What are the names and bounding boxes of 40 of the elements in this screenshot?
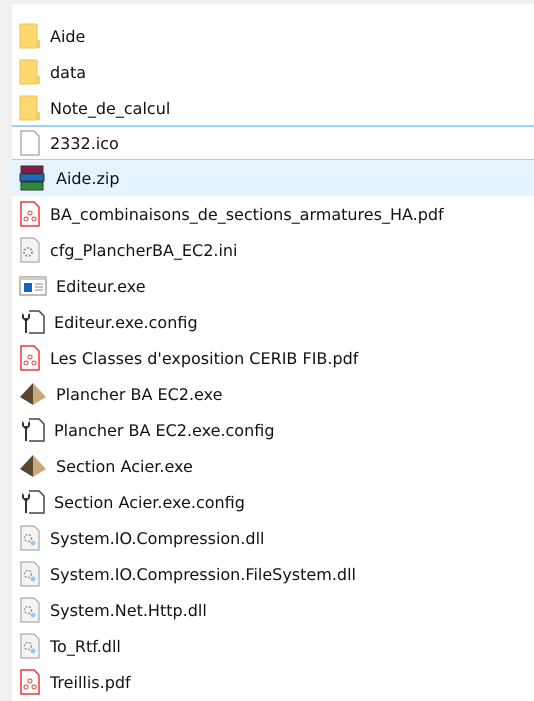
file-row[interactable]: 2332.ico bbox=[12, 125, 534, 161]
file-icon bbox=[19, 130, 41, 156]
file-name: System.IO.Compression.dll bbox=[50, 528, 264, 548]
file-name: Note_de_calcul bbox=[50, 98, 170, 118]
app-window-icon bbox=[19, 275, 47, 297]
file-name: Editeur.exe bbox=[56, 276, 146, 296]
file-row[interactable]: Aide.zip bbox=[12, 160, 534, 196]
pyramid-icon bbox=[19, 382, 47, 406]
file-name: Plancher BA EC2.exe bbox=[56, 384, 222, 404]
file-name: data bbox=[50, 62, 86, 82]
file-name: Section Acier.exe bbox=[56, 456, 193, 476]
file-name: System.IO.Compression.FileSystem.dll bbox=[50, 564, 356, 584]
pdf-icon bbox=[19, 669, 41, 695]
dll-file-icon bbox=[19, 597, 41, 623]
file-name: cfg_PlancherBA_EC2.ini bbox=[50, 240, 238, 260]
file-name: Aide bbox=[50, 26, 86, 46]
file-name: Treillis.pdf bbox=[50, 672, 131, 692]
settings-file-icon bbox=[19, 237, 41, 263]
wrench-file-icon bbox=[19, 417, 45, 443]
folder-icon bbox=[19, 59, 41, 85]
file-name: Section Acier.exe.config bbox=[54, 492, 245, 512]
books-icon bbox=[19, 165, 47, 191]
pyramid-icon bbox=[19, 454, 47, 478]
pdf-icon bbox=[19, 345, 41, 371]
dll-file-icon bbox=[19, 561, 41, 587]
file-name: 2332.ico bbox=[50, 134, 119, 152]
file-name: To_Rtf.dll bbox=[50, 636, 121, 656]
file-name: System.Net.Http.dll bbox=[50, 600, 207, 620]
wrench-file-icon bbox=[19, 309, 45, 335]
file-name: Plancher BA EC2.exe.config bbox=[54, 420, 274, 440]
folder-icon bbox=[19, 95, 41, 121]
pdf-icon bbox=[19, 201, 41, 227]
file-name: BA_combinaisons_de_sections_armatures_HA.pdf bbox=[50, 204, 444, 224]
file-name: Editeur.exe.config bbox=[54, 312, 198, 332]
dll-file-icon bbox=[19, 525, 41, 551]
dll-file-icon bbox=[19, 633, 41, 659]
file-name: Aide.zip bbox=[56, 168, 120, 188]
wrench-file-icon bbox=[19, 489, 45, 515]
folder-icon bbox=[19, 23, 41, 49]
file-name: Les Classes d'exposition CERIB FIB.pdf bbox=[50, 348, 358, 368]
